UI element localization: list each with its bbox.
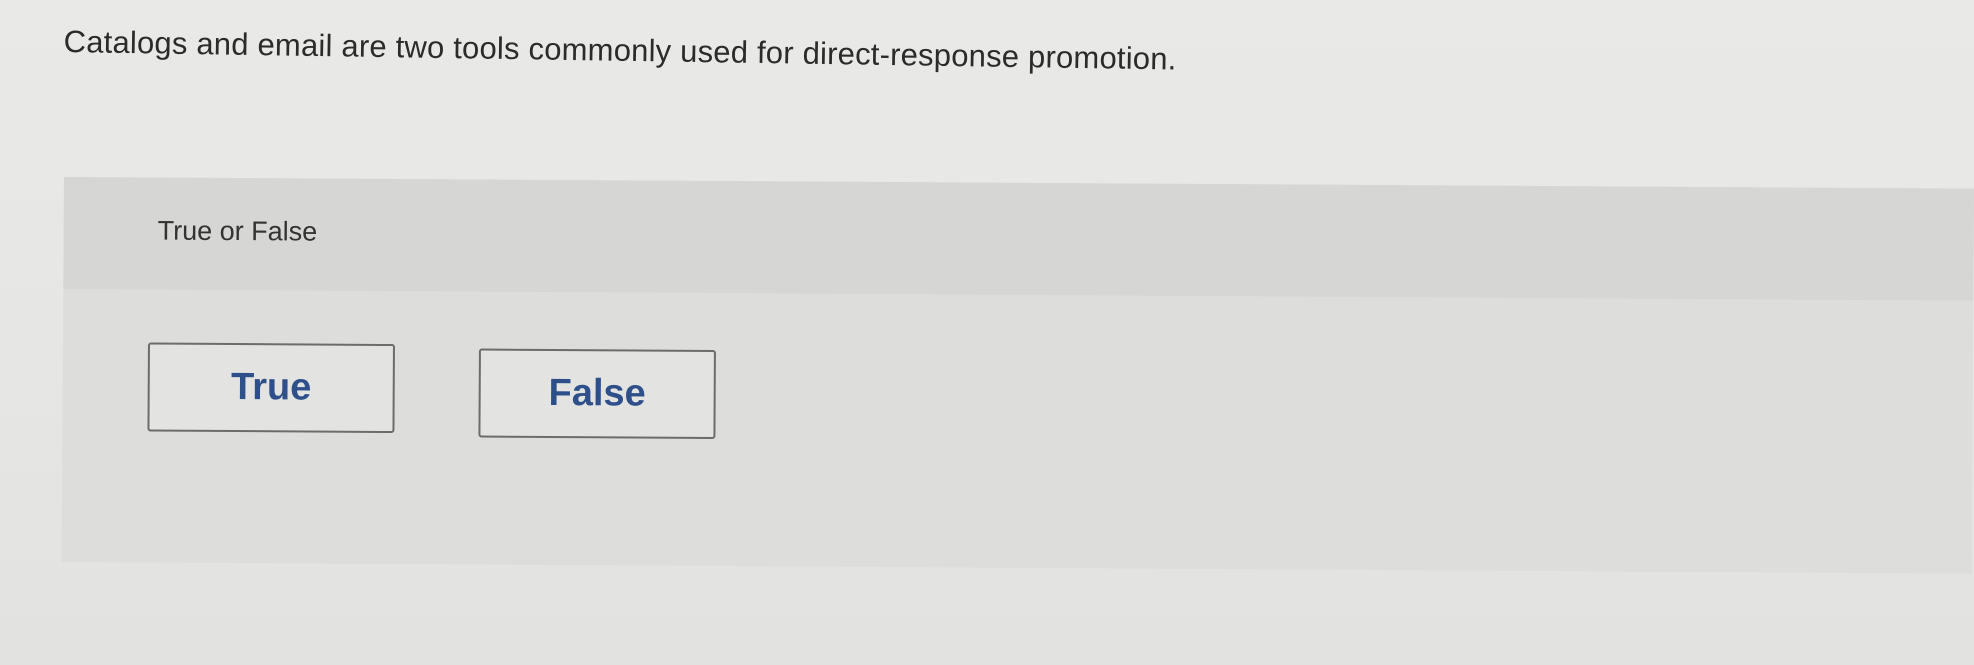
answer-panel: True or False True False: [61, 177, 1974, 574]
question-text: Catalogs and email are two tools commonl…: [63, 23, 1177, 77]
true-option-button[interactable]: True: [147, 342, 395, 434]
false-option-button[interactable]: False: [478, 348, 716, 439]
answer-panel-header: True or False: [63, 177, 1974, 301]
question-type-label: True or False: [157, 215, 318, 247]
